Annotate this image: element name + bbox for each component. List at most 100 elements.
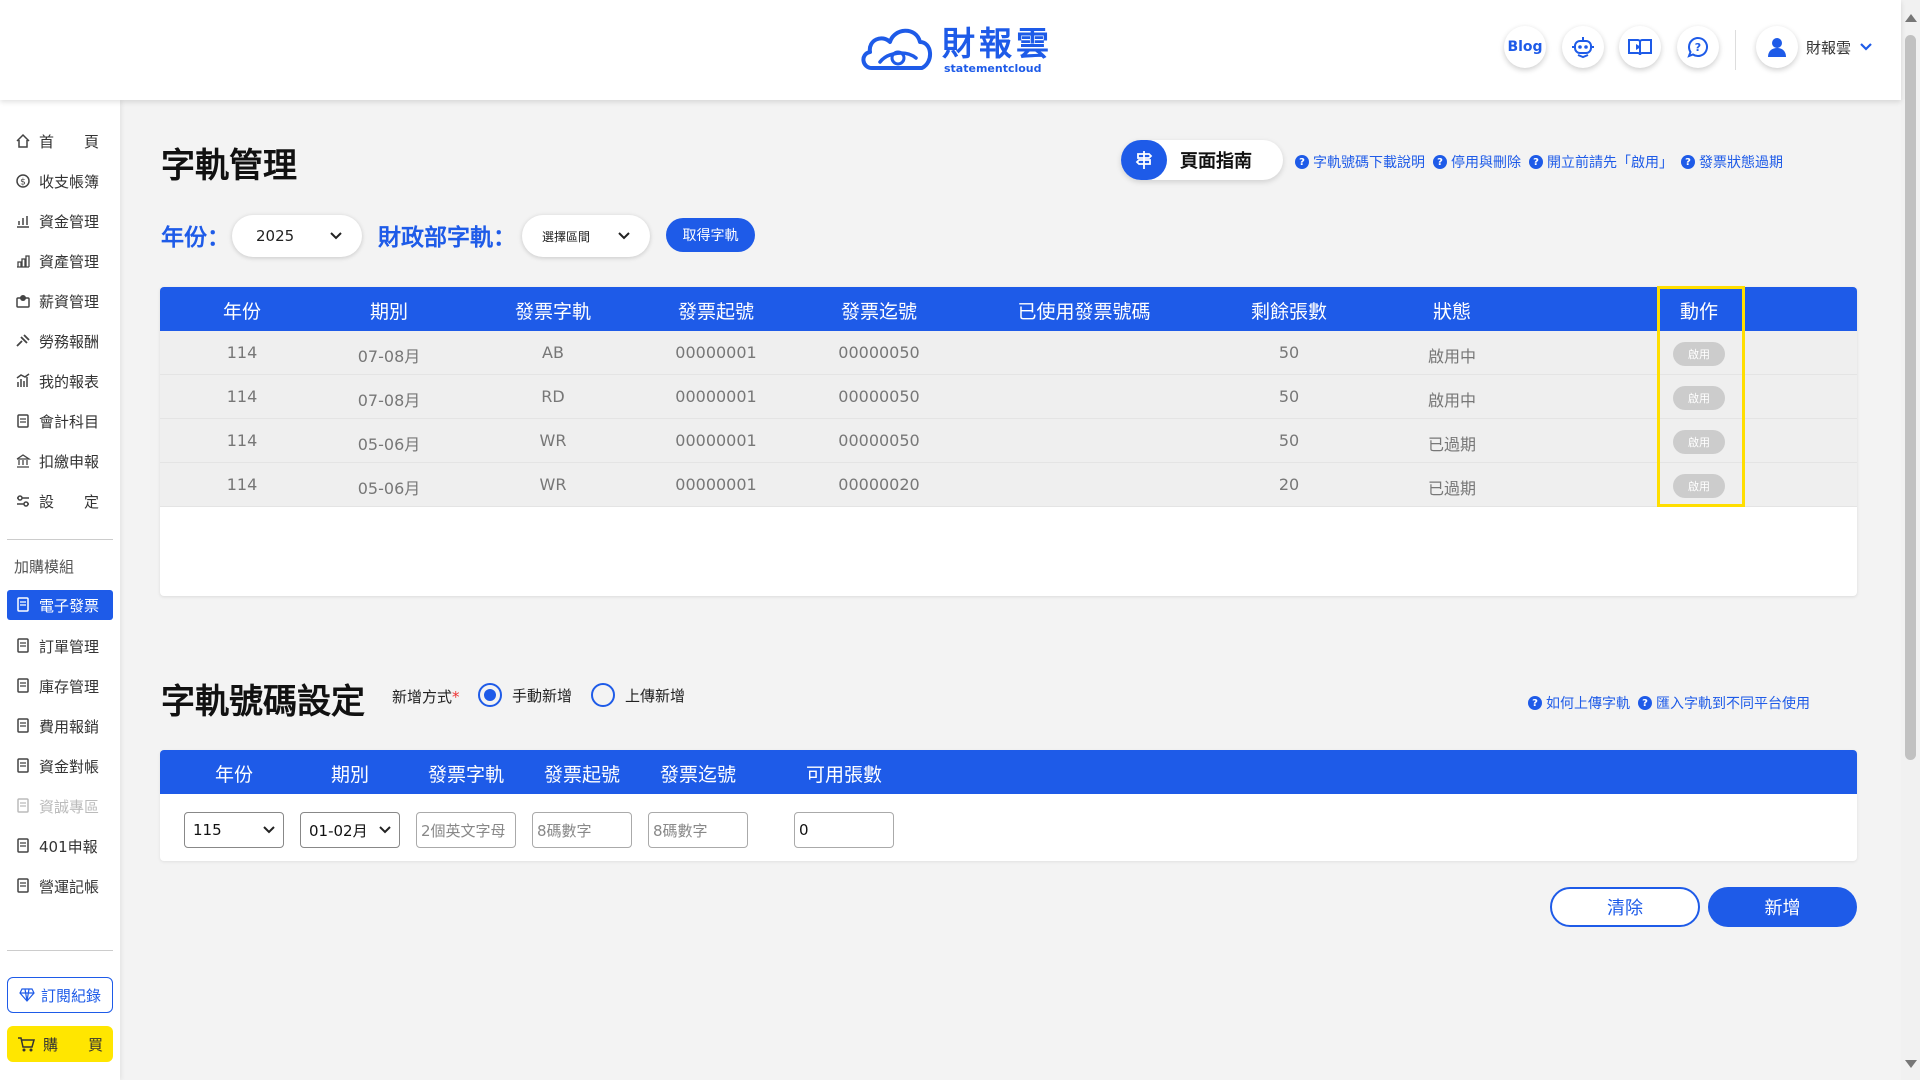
cell-remaining: 50 <box>1278 387 1300 406</box>
cell-period: 05-06月 <box>357 479 421 498</box>
enable-button[interactable]: 啟用 <box>1673 474 1725 498</box>
cell-track: WR <box>539 475 567 494</box>
table-row: 114 07-08月 AB 00000001 00000050 50 啟用中 啟… <box>160 331 1857 375</box>
sidebar-item-labor[interactable]: 勞務報酬 <box>14 328 109 354</box>
column-header-end: 發票迄號 <box>840 301 918 323</box>
end-number-input[interactable]: 8碼數字 <box>648 812 748 848</box>
help-link-import-other-platform[interactable]: ? 匯入字軌到不同平台使用 <box>1638 693 1810 713</box>
header-divider <box>1735 30 1736 70</box>
sidebar-item-accounts[interactable]: 會計科目 <box>14 408 109 434</box>
cell-remaining: 50 <box>1278 431 1300 450</box>
sidebar-item-ledger-book[interactable]: $ 收支帳簿 <box>14 168 109 194</box>
available-count-input[interactable]: 0 <box>794 812 894 848</box>
radio-manual-add[interactable]: 手動新增 <box>478 683 572 707</box>
labor-icon <box>14 332 32 350</box>
sidebar-item-label: 收支帳簿 <box>39 172 100 191</box>
table-row: 114 05-06月 WR 00000001 00000020 20 已過期 啟… <box>160 463 1857 507</box>
chevron-down-icon <box>379 826 391 834</box>
sidebar-item-label: 勞務報酬 <box>39 332 100 351</box>
start-number-input[interactable]: 8碼數字 <box>532 812 632 848</box>
scroll-down-arrow-icon[interactable] <box>1905 1060 1917 1068</box>
top-header: 財報雲 statementcloud Blog ? 財報雲 <box>0 0 1901 100</box>
cloud-logo-icon <box>861 28 932 70</box>
sidebar-item-reconciliation[interactable]: 資金對帳 <box>14 753 109 779</box>
page-title: 字軌管理 <box>161 146 297 186</box>
sidebar-item-401-filing[interactable]: 401申報 <box>14 833 109 859</box>
logo[interactable]: 財報雲 statementcloud <box>858 22 1053 78</box>
sidebar-item-label: 資誠專區 <box>39 797 100 816</box>
subscription-record-button[interactable]: 訂閱紀錄 <box>7 977 113 1013</box>
track-range-select[interactable]: 選擇區間 <box>522 215 650 257</box>
sidebar-item-reports[interactable]: 我的報表 <box>14 368 109 394</box>
question-icon: ? <box>1529 155 1543 169</box>
buy-button[interactable]: 購 買 <box>7 1026 113 1062</box>
sidebar-item-label: 設 定 <box>39 492 100 511</box>
sidebar-item-inventory[interactable]: 庫存管理 <box>14 673 109 699</box>
help-link-text: 發票狀態過期 <box>1699 155 1783 171</box>
help-link-download-instructions[interactable]: ? 字軌號碼下載說明 <box>1295 152 1425 172</box>
help-link-disable-delete[interactable]: ? 停用與刪除 <box>1433 152 1521 172</box>
sidebar-item-operations-bookkeeping[interactable]: 營運記帳 <box>14 873 109 899</box>
sidebar: 首 頁 $ 收支帳簿 資金管理 資產管理 薪資管理 勞務報酬 我的報表 會計科目… <box>0 100 120 1080</box>
cart-icon <box>18 1037 35 1052</box>
clear-button[interactable]: 清除 <box>1550 887 1700 927</box>
document-icon <box>14 717 32 735</box>
sidebar-item-label: 營運記帳 <box>39 877 100 896</box>
sidebar-item-orders[interactable]: 訂單管理 <box>14 633 109 659</box>
robot-assistant-button[interactable] <box>1562 26 1604 68</box>
robot-icon <box>1572 37 1594 59</box>
help-chat-button[interactable]: ? <box>1677 26 1719 68</box>
sidebar-item-salary[interactable]: 薪資管理 <box>14 288 109 314</box>
sidebar-item-assets[interactable]: 資產管理 <box>14 248 109 274</box>
sidebar-item-label: 首 頁 <box>39 132 100 151</box>
home-icon <box>14 132 32 150</box>
radio-upload-add[interactable]: 上傳新增 <box>591 683 685 707</box>
cell-status: 啟用中 <box>1427 347 1477 366</box>
cell-end: 00000050 <box>838 387 920 406</box>
year-select[interactable]: 2025 <box>232 215 362 257</box>
scroll-up-arrow-icon[interactable] <box>1905 14 1917 22</box>
help-link-how-to-upload[interactable]: ? 如何上傳字軌 <box>1528 693 1630 713</box>
sidebar-item-withholding[interactable]: 扣繳申報 <box>14 448 109 474</box>
page-help-links: ? 字軌號碼下載說明 ? 停用與刪除 ? 開立前請先「啟用」 ? 發票狀態過期 <box>1287 152 1783 172</box>
page-guide-button[interactable]: 頁面指南 <box>1121 140 1283 180</box>
sidebar-item-e-invoice[interactable]: 電子發票 <box>7 590 113 620</box>
enable-button[interactable]: 啟用 <box>1673 386 1725 410</box>
cell-start: 00000001 <box>675 475 757 494</box>
enable-button[interactable]: 啟用 <box>1673 342 1725 366</box>
setting-year-select[interactable]: 115 <box>184 812 284 848</box>
setting-period-select[interactable]: 01-02月 <box>300 812 400 848</box>
sidebar-item-settings[interactable]: 設 定 <box>14 488 109 514</box>
video-tutorial-button[interactable] <box>1619 26 1661 68</box>
user-menu[interactable]: 財報雲 <box>1756 26 1873 68</box>
table-row: 114 07-08月 RD 00000001 00000050 50 啟用中 啟… <box>160 375 1857 419</box>
scroll-thumb[interactable] <box>1905 35 1916 760</box>
sidebar-item-label: 扣繳申報 <box>39 452 100 471</box>
cell-end: 00000020 <box>838 475 920 494</box>
sidebar-item-funds[interactable]: 資金管理 <box>14 208 109 234</box>
sidebar-item-expenses[interactable]: 費用報銷 <box>14 713 109 739</box>
get-track-button[interactable]: 取得字軌 <box>666 218 755 252</box>
enable-button[interactable]: 啟用 <box>1673 430 1725 454</box>
year-select-value: 2025 <box>256 227 295 245</box>
logo-chinese-text: 財報雲 <box>942 24 1053 63</box>
page-scrollbar[interactable] <box>1901 0 1920 1080</box>
help-link-invoice-expired[interactable]: ? 發票狀態過期 <box>1681 152 1783 172</box>
sidebar-item-pwc-zone: 資誠專區 <box>14 793 109 819</box>
sidebar-item-label: 費用報銷 <box>39 717 100 736</box>
signpost-icon <box>1121 140 1167 180</box>
cell-start: 00000001 <box>675 343 757 362</box>
document-icon <box>14 837 32 855</box>
setting-period-value: 01-02月 <box>309 821 368 840</box>
column-header-used: 已使用發票號碼 <box>1017 301 1151 323</box>
number-setting-table: 年份 期別 發票字軌 發票起號 發票迄號 可用張數 <box>160 750 1857 861</box>
logo-english-text: statementcloud <box>944 62 1042 75</box>
help-link-enable-first[interactable]: ? 開立前請先「啟用」 <box>1529 152 1673 172</box>
blog-button[interactable]: Blog <box>1504 26 1546 68</box>
track-letters-input[interactable]: 2個英文字母 <box>416 812 516 848</box>
funds-icon <box>14 212 32 230</box>
add-button[interactable]: 新增 <box>1708 887 1857 927</box>
mof-track-label: 財政部字軌： <box>378 225 516 251</box>
track-table: 年份 期別 發票字軌 發票起號 發票迄號 已使用發票號碼 剩餘張數 狀態 動作 … <box>160 287 1857 596</box>
sidebar-item-home[interactable]: 首 頁 <box>14 128 109 154</box>
